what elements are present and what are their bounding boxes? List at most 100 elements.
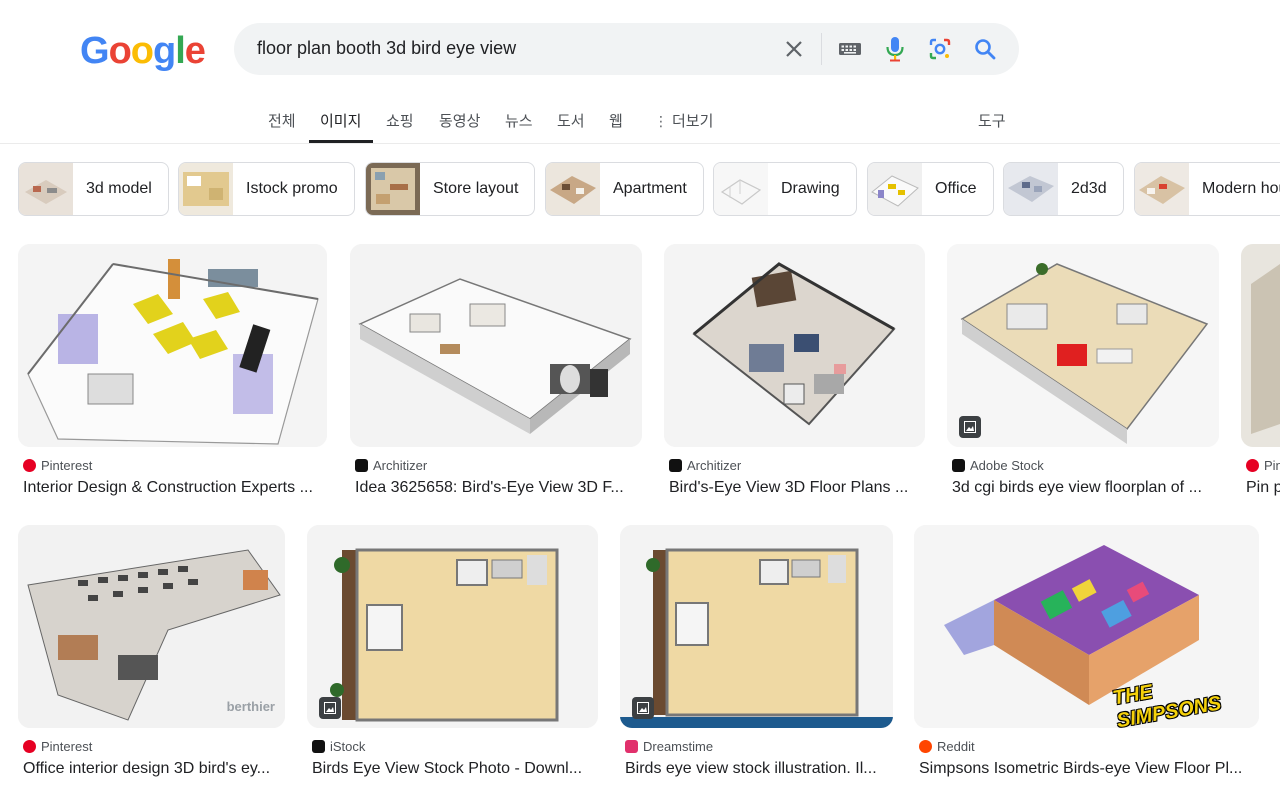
tab-all[interactable]: 전체	[268, 110, 296, 131]
chip-label: 3d model	[86, 180, 152, 197]
chip-label: Modern house	[1202, 180, 1280, 197]
tab-more[interactable]: ⋮ 더보기	[654, 110, 713, 131]
architizer-icon	[355, 459, 368, 472]
result-source[interactable]: Pinterest	[23, 458, 92, 473]
chip-label: 2d3d	[1071, 180, 1107, 197]
tab-more-label: 더보기	[672, 113, 714, 130]
logo-letter: e	[184, 30, 206, 72]
google-logo[interactable]: Google	[80, 30, 206, 73]
result-title[interactable]: Birds eye view stock illustration. Il...	[625, 760, 892, 778]
watermark-berthier: berthier	[226, 699, 275, 714]
chip-store-layout[interactable]: Store layout	[365, 162, 536, 216]
chip-office[interactable]: Office	[867, 162, 994, 216]
chip-modern-house[interactable]: Modern house	[1134, 162, 1280, 216]
result-title[interactable]: Idea 3625658: Bird's-Eye View 3D F...	[355, 479, 642, 497]
source-name: Dreamstime	[643, 739, 714, 754]
chip-label: Apartment	[613, 180, 687, 197]
logo-letter: G	[80, 30, 110, 72]
chip-label: Office	[935, 180, 977, 197]
result-image[interactable]	[18, 244, 327, 447]
logo-letter: o	[108, 30, 132, 72]
result-title[interactable]: Simpsons Isometric Birds-eye View Floor …	[919, 760, 1259, 778]
result-title[interactable]: Bird's-Eye View 3D Floor Plans ...	[669, 479, 924, 497]
chip-label: Istock promo	[246, 180, 338, 197]
result-image[interactable]	[1241, 244, 1280, 447]
microphone-icon[interactable]	[881, 35, 909, 63]
source-name: Reddit	[937, 739, 975, 754]
chip-thumbnail	[1135, 163, 1189, 215]
result-image[interactable]	[947, 244, 1219, 447]
result-image[interactable]: berthier	[18, 525, 285, 728]
chip-thumbnail	[714, 163, 768, 215]
chip-drawing[interactable]: Drawing	[713, 162, 857, 216]
search-input[interactable]: floor plan booth 3d bird eye view	[257, 38, 516, 59]
result-source[interactable]: iStock	[312, 739, 365, 754]
chip-thumbnail	[546, 163, 600, 215]
pinterest-icon	[23, 740, 36, 753]
result-source[interactable]: Pinterest	[1246, 458, 1280, 473]
result-title[interactable]: Interior Design & Construction Experts .…	[23, 479, 328, 497]
tab-books[interactable]: 도서	[557, 110, 585, 131]
result-image[interactable]: THE SIMPSONS	[914, 525, 1259, 728]
logo-letter: o	[130, 30, 154, 72]
tab-images[interactable]: 이미지	[320, 110, 361, 131]
source-name: Pinterest	[41, 458, 93, 473]
source-name: Pinterest	[41, 739, 93, 754]
tab-news[interactable]: 뉴스	[505, 110, 533, 131]
reddit-icon	[919, 740, 932, 753]
pinterest-icon	[1246, 459, 1259, 472]
result-source[interactable]: Reddit	[919, 739, 975, 754]
chip-3d-model[interactable]: 3d model	[18, 162, 169, 216]
chip-thumbnail	[868, 163, 922, 215]
image-icon	[319, 697, 341, 719]
chip-label: Drawing	[781, 180, 840, 197]
result-title[interactable]: Birds Eye View Stock Photo - Downl...	[312, 760, 597, 778]
result-title[interactable]: Office interior design 3D bird's ey...	[23, 760, 285, 778]
result-source[interactable]: Architizer	[669, 458, 741, 473]
source-name: Adobe Stock	[970, 458, 1044, 473]
image-icon	[959, 416, 981, 438]
result-image[interactable]	[620, 525, 893, 728]
source-name: iStock	[330, 739, 366, 754]
result-title[interactable]: Pin p	[1246, 479, 1280, 497]
source-name: Architizer	[373, 458, 428, 473]
logo-letter: l	[175, 30, 186, 72]
chip-2d3d[interactable]: 2d3d	[1003, 162, 1124, 216]
adobe-stock-icon	[952, 459, 965, 472]
dreamstime-icon	[625, 740, 638, 753]
logo-letter: g	[153, 30, 176, 72]
result-title[interactable]: 3d cgi birds eye view floorplan of ...	[952, 479, 1218, 497]
image-icon	[632, 697, 654, 719]
tab-shopping[interactable]: 쇼핑	[386, 110, 414, 131]
keyboard-icon[interactable]	[836, 35, 864, 63]
result-source[interactable]: Dreamstime	[625, 739, 713, 754]
chip-thumbnail	[179, 163, 233, 215]
architizer-icon	[669, 459, 682, 472]
chip-thumbnail	[366, 163, 420, 215]
istock-icon	[312, 740, 325, 753]
tab-videos[interactable]: 동영상	[439, 110, 480, 131]
close-icon[interactable]	[780, 35, 808, 63]
source-name: Architizer	[687, 458, 742, 473]
search-divider	[821, 33, 822, 65]
result-image[interactable]	[307, 525, 598, 728]
search-tabs: 전체 이미지 쇼핑 동영상 뉴스 도서 웹 ⋮ 더보기 도구	[0, 96, 1280, 144]
chip-istock-promo[interactable]: Istock promo	[178, 162, 355, 216]
tab-web[interactable]: 웹	[609, 110, 623, 131]
search-icon[interactable]	[971, 35, 999, 63]
result-source[interactable]: Architizer	[355, 458, 427, 473]
result-source[interactable]: Pinterest	[23, 739, 92, 754]
chip-apartment[interactable]: Apartment	[545, 162, 704, 216]
more-vert-icon: ⋮	[654, 113, 668, 129]
result-image[interactable]	[350, 244, 642, 447]
result-source[interactable]: Adobe Stock	[952, 458, 1044, 473]
chip-thumbnail	[1004, 163, 1058, 215]
search-box[interactable]: floor plan booth 3d bird eye view	[234, 23, 1019, 75]
chip-thumbnail	[19, 163, 73, 215]
pinterest-icon	[23, 459, 36, 472]
result-image[interactable]	[664, 244, 925, 447]
camera-lens-icon[interactable]	[926, 35, 954, 63]
tools-button[interactable]: 도구	[978, 110, 1006, 131]
active-tab-indicator	[309, 140, 373, 143]
source-name: Pinterest	[1264, 458, 1280, 473]
